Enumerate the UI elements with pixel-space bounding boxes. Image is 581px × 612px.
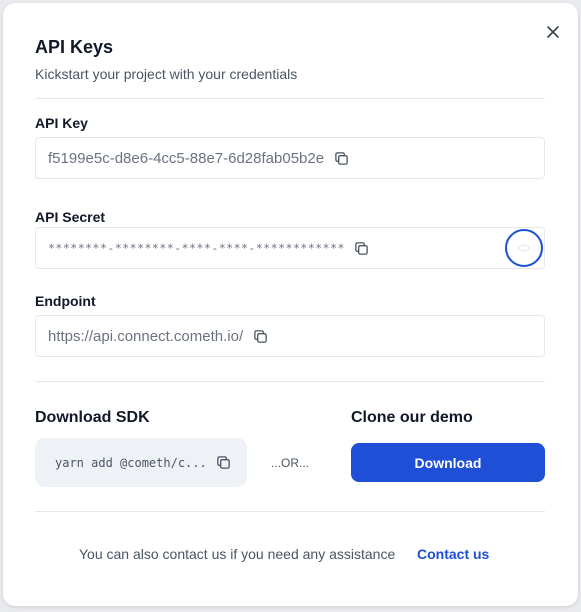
endpoint-value[interactable]: https://api.connect.cometh.io/ — [48, 328, 243, 345]
footer-divider — [35, 511, 545, 512]
eye-icon — [517, 244, 531, 252]
api-key-field: f5199e5c-d8e6-4cc5-88e7-6d28fab05b2e — [35, 137, 545, 179]
api-key-value[interactable]: f5199e5c-d8e6-4cc5-88e7-6d28fab05b2e — [48, 150, 324, 167]
close-button[interactable] — [544, 23, 562, 41]
download-button[interactable]: Download — [351, 443, 545, 482]
section-divider — [35, 381, 545, 382]
footer-text: You can also contact us if you need any … — [79, 546, 396, 562]
download-sdk-title: Download SDK — [35, 409, 150, 426]
modal-subtitle: Kickstart your project with your credent… — [35, 66, 298, 82]
or-separator: ...OR... — [271, 456, 310, 470]
copy-icon[interactable] — [333, 150, 349, 166]
sdk-command-text[interactable]: yarn add @cometh/c... — [55, 456, 207, 470]
copy-icon[interactable] — [354, 240, 370, 256]
endpoint-label: Endpoint — [35, 293, 96, 309]
copy-icon[interactable] — [216, 455, 232, 471]
header-divider — [35, 98, 545, 99]
api-key-label: API Key — [35, 115, 88, 131]
sdk-install-command: yarn add @cometh/c... — [35, 438, 247, 487]
modal-title: API Keys — [35, 37, 114, 57]
clone-demo-title: Clone our demo — [351, 409, 473, 426]
endpoint-field: https://api.connect.cometh.io/ — [35, 315, 545, 357]
api-secret-value[interactable]: ********-********-****-****-************ — [48, 241, 345, 255]
api-secret-field: ********-********-****-****-************ — [35, 227, 545, 269]
api-secret-label: API Secret — [35, 209, 106, 225]
contact-us-link[interactable]: Contact us — [417, 546, 489, 562]
copy-icon[interactable] — [252, 328, 268, 344]
api-keys-modal: API Keys Kickstart your project with you… — [3, 3, 578, 606]
show-secret-toggle[interactable] — [505, 229, 543, 267]
close-icon — [547, 26, 559, 38]
